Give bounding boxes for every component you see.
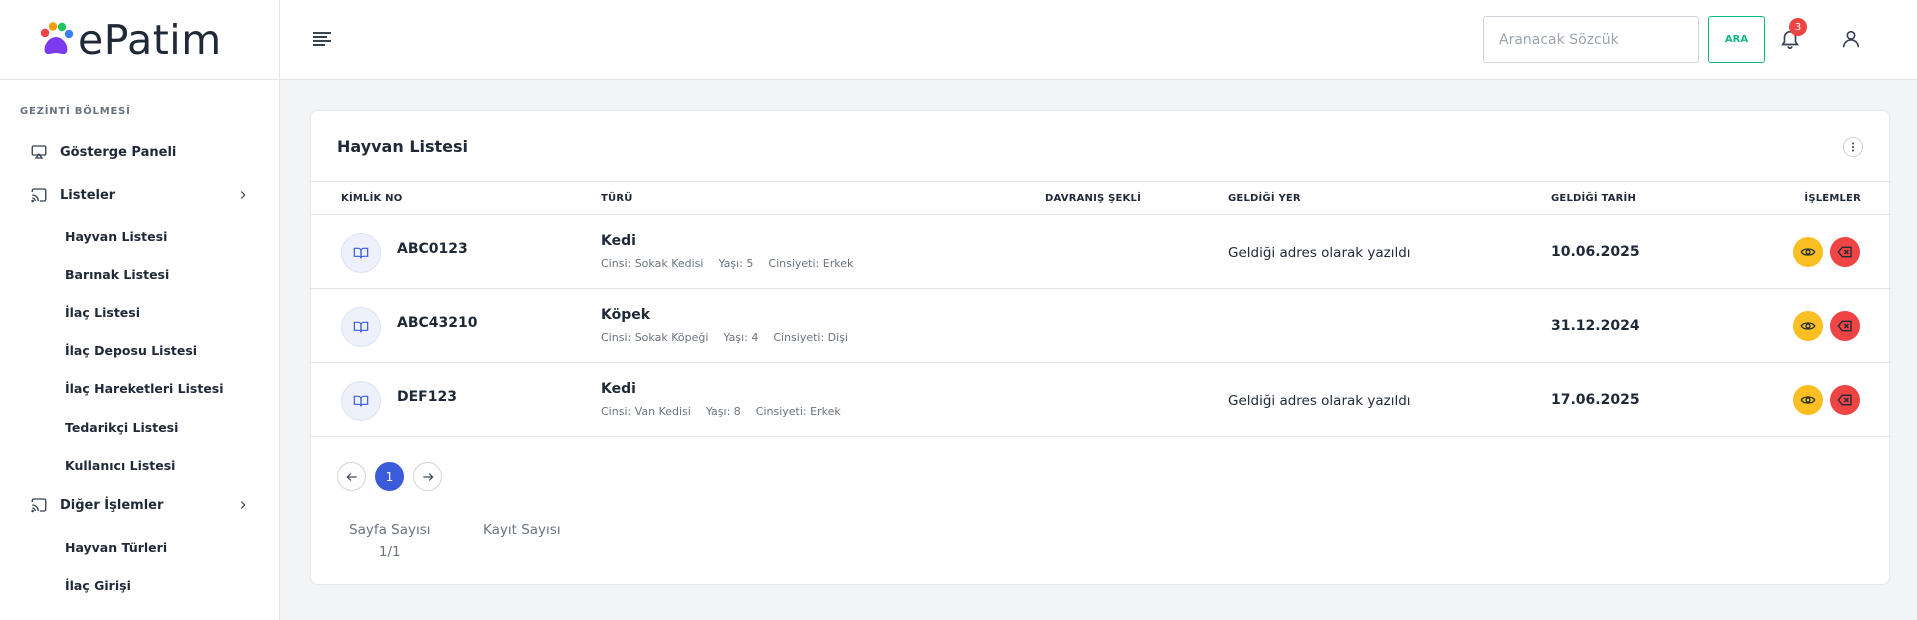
prev-page-button[interactable]: [337, 462, 366, 491]
view-button[interactable]: [1793, 311, 1823, 341]
table-header: KİMLİK NO TÜRÜ DAVRANIŞ ŞEKLİ GELDİĞİ YE…: [311, 181, 1891, 215]
card-menu-button[interactable]: [1843, 137, 1863, 157]
sidebar-item-other[interactable]: Diğer İşlemler: [30, 493, 250, 517]
sidebar-subitem-ilac-deposu-listesi[interactable]: İlaç Deposu Listesi: [65, 343, 197, 358]
column-header-date: GELDİĞİ TARİH: [1551, 193, 1637, 204]
page-count-label: Sayfa Sayısı: [349, 522, 431, 538]
more-vertical-icon: [1852, 142, 1854, 152]
chevron-right-icon: [240, 191, 246, 199]
book-open-icon: [353, 321, 369, 333]
row-type: Kedi: [601, 381, 636, 397]
row-age: Yaşı: 5: [718, 257, 754, 270]
row-age: Yaşı: 4: [723, 331, 759, 344]
nav-section-title: GEZİNTİ BÖLMESİ: [20, 106, 131, 117]
arrow-left-icon: [346, 472, 357, 481]
row-date: 17.06.2025: [1551, 392, 1640, 408]
row-id: DEF123: [397, 389, 457, 405]
row-avatar: [341, 307, 381, 347]
delete-button[interactable]: [1830, 311, 1860, 341]
sidebar: ePatim GEZİNTİ BÖLMESİ Gösterge Paneli L…: [0, 0, 280, 620]
row-place: Geldiği adres olarak yazıldı: [1228, 393, 1411, 409]
row-avatar: [341, 381, 381, 421]
sidebar-subitem-tedarikci-listesi[interactable]: Tedarikçi Listesi: [65, 420, 178, 435]
row-gender: Cinsiyeti: Erkek: [755, 405, 841, 418]
backspace-icon: [1837, 246, 1852, 258]
row-type: Kedi: [601, 233, 636, 249]
delete-button[interactable]: [1830, 237, 1860, 267]
row-date: 31.12.2024: [1551, 318, 1640, 334]
sidebar-subitem-hayvan-turleri[interactable]: Hayvan Türleri: [65, 540, 167, 555]
arrow-right-icon: [422, 472, 433, 481]
record-count-label: Kayıt Sayısı: [483, 522, 561, 538]
sidebar-subitem-ilac-listesi[interactable]: İlaç Listesi: [65, 305, 140, 320]
row-date: 10.06.2025: [1551, 244, 1640, 260]
sidebar-item-lists[interactable]: Listeler: [30, 183, 250, 207]
menu-icon[interactable]: [312, 30, 332, 48]
search-input[interactable]: [1483, 16, 1699, 63]
sidebar-item-label: Gösterge Paneli: [60, 144, 177, 160]
book-open-icon: [353, 247, 369, 259]
sidebar-item-dashboard[interactable]: Gösterge Paneli: [30, 140, 250, 164]
row-breed: Cinsi: Sokak Kedisi: [601, 257, 704, 270]
row-gender: Cinsiyeti: Erkek: [768, 257, 854, 270]
book-open-icon: [353, 395, 369, 407]
column-header-behavior: DAVRANIŞ ŞEKLİ: [1045, 193, 1141, 204]
search-button[interactable]: ARA: [1708, 16, 1765, 63]
view-button[interactable]: [1793, 385, 1823, 415]
eye-icon: [1800, 396, 1816, 404]
eye-icon: [1800, 322, 1816, 330]
page-count: Sayfa Sayısı 1/1: [349, 519, 431, 563]
next-page-button[interactable]: [413, 462, 442, 491]
backspace-icon: [1837, 320, 1852, 332]
row-gender: Cinsiyeti: Dişi: [773, 331, 848, 344]
table-row: ABC43210 Köpek Cinsi: Sokak Köpeği Yaşı:…: [311, 289, 1891, 363]
logo-text: ePatim: [78, 15, 222, 64]
top-header: ARA 3: [280, 0, 1917, 80]
column-header-place: GELDİĞİ YER: [1228, 193, 1301, 204]
column-header-actions: İŞLEMLER: [1804, 193, 1861, 204]
backspace-icon: [1837, 394, 1852, 406]
row-id: ABC43210: [397, 315, 478, 331]
table-row: ABC0123 Kedi Cinsi: Sokak Kedisi Yaşı: 5…: [311, 215, 1891, 289]
sidebar-item-label: Diğer İşlemler: [60, 497, 164, 513]
sidebar-subitem-barinak-listesi[interactable]: Barınak Listesi: [65, 267, 169, 282]
user-icon[interactable]: [1840, 28, 1862, 50]
view-button[interactable]: [1793, 237, 1823, 267]
paw-logo-icon: [40, 21, 74, 54]
monitor-icon: [31, 145, 47, 159]
cast-icon: [31, 188, 47, 203]
column-header-type: TÜRÜ: [601, 193, 633, 204]
row-meta: Cinsi: Van Kedisi Yaşı: 8 Cinsiyeti: Erk…: [601, 405, 841, 418]
eye-icon: [1800, 248, 1816, 256]
card-title: Hayvan Listesi: [337, 137, 469, 156]
chevron-right-icon: [240, 501, 246, 509]
row-age: Yaşı: 8: [705, 405, 741, 418]
row-meta: Cinsi: Sokak Kedisi Yaşı: 5 Cinsiyeti: E…: [601, 257, 853, 270]
table-row: DEF123 Kedi Cinsi: Van Kedisi Yaşı: 8 Ci…: [311, 363, 1891, 437]
page-count-value: 1/1: [378, 544, 401, 560]
row-breed: Cinsi: Van Kedisi: [601, 405, 691, 418]
page-button-current[interactable]: 1: [375, 462, 404, 491]
record-count: Kayıt Sayısı: [483, 519, 561, 541]
row-meta: Cinsi: Sokak Köpeği Yaşı: 4 Cinsiyeti: D…: [601, 331, 848, 344]
row-place: Geldiği adres olarak yazıldı: [1228, 245, 1411, 261]
cast-icon: [31, 498, 47, 513]
row-id: ABC0123: [397, 241, 468, 257]
column-header-id: KİMLİK NO: [341, 193, 403, 204]
sidebar-subitem-ilac-hareketleri-listesi[interactable]: İlaç Hareketleri Listesi: [65, 381, 224, 396]
row-type: Köpek: [601, 307, 651, 323]
sidebar-item-label: Listeler: [60, 187, 116, 203]
row-avatar: [341, 233, 381, 273]
animal-list-card: Hayvan Listesi KİMLİK NO TÜRÜ DAVRANIŞ Ş…: [310, 110, 1891, 585]
sidebar-subitem-kullanici-listesi[interactable]: Kullanıcı Listesi: [65, 458, 175, 473]
delete-button[interactable]: [1830, 385, 1860, 415]
sidebar-subitem-ilac-girisi[interactable]: İlaç Girişi: [65, 578, 131, 593]
notification-badge: 3: [1789, 18, 1807, 36]
sidebar-subitem-hayvan-listesi[interactable]: Hayvan Listesi: [65, 229, 167, 244]
logo[interactable]: ePatim: [0, 0, 279, 80]
row-breed: Cinsi: Sokak Köpeği: [601, 331, 709, 344]
